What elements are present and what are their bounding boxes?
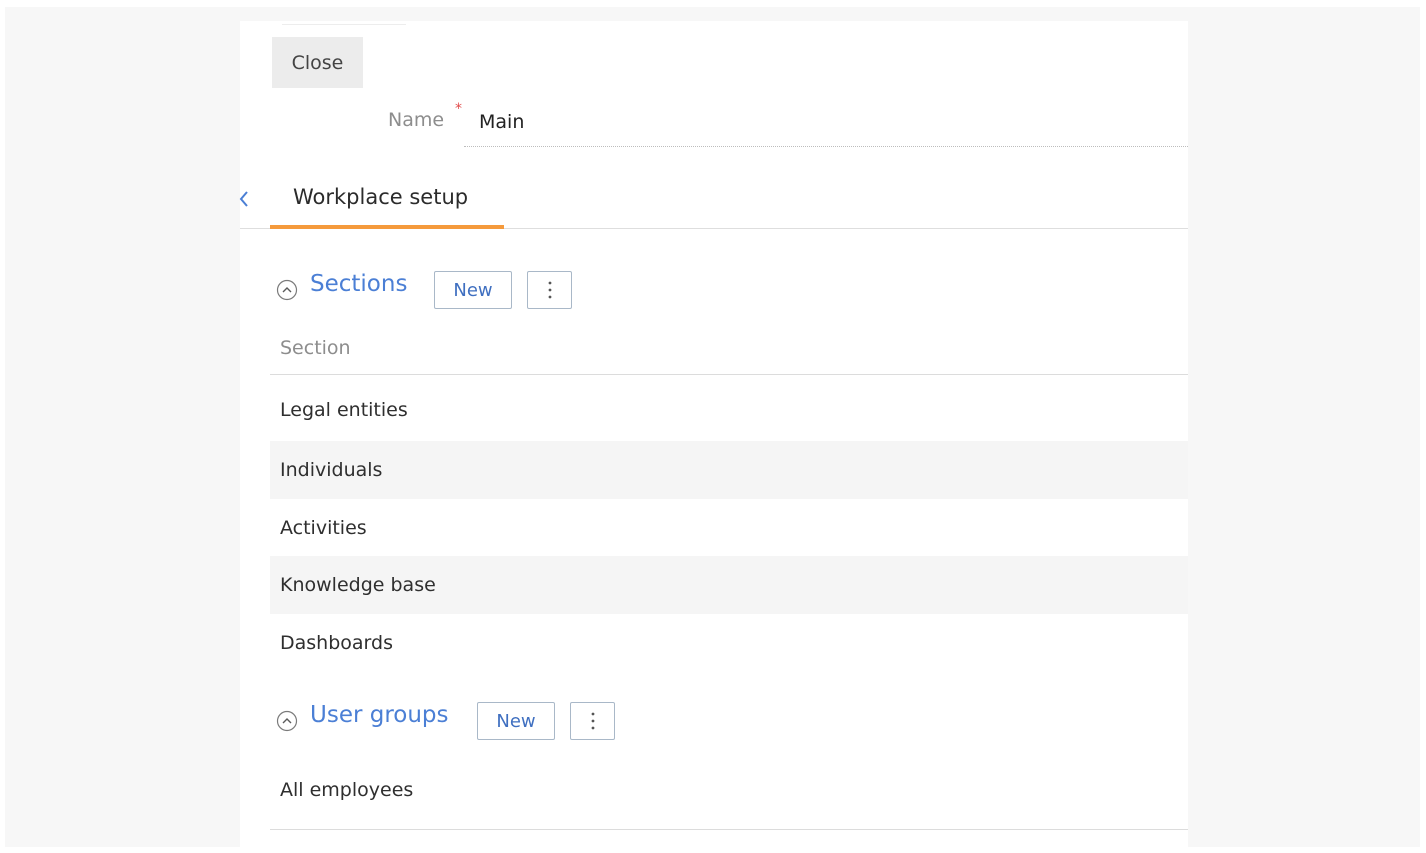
row-label: Individuals <box>280 459 383 481</box>
name-field-label: Name <box>388 109 445 131</box>
top-divider <box>282 24 406 25</box>
sections-header: Sections New <box>276 271 676 311</box>
user-groups-title[interactable]: User groups <box>310 702 449 728</box>
tab-workplace-setup[interactable]: Workplace setup <box>293 185 468 209</box>
bottom-divider <box>270 829 1188 830</box>
list-item[interactable]: All employees <box>270 761 1188 819</box>
user-groups-more-button[interactable] <box>570 702 615 740</box>
row-label: Legal entities <box>280 399 408 421</box>
table-row[interactable]: Knowledge base <box>270 556 1188 614</box>
row-label: Activities <box>280 517 367 539</box>
section-column-header[interactable]: Section <box>280 337 351 359</box>
close-button[interactable]: Close <box>272 37 363 88</box>
column-header-divider <box>270 374 1188 375</box>
vertical-dots-icon <box>591 712 594 730</box>
table-row[interactable]: Legal entities <box>270 381 1188 439</box>
user-groups-header: User groups New <box>276 702 676 742</box>
workplace-card: Close Name * Main Workplace setup Sectio… <box>239 21 1188 847</box>
table-row[interactable]: Activities <box>270 499 1188 557</box>
row-label: Knowledge base <box>280 574 436 596</box>
collapse-icon[interactable] <box>276 279 298 301</box>
table-row[interactable]: Individuals <box>270 441 1188 499</box>
row-label: All employees <box>280 779 414 801</box>
required-marker: * <box>455 101 462 117</box>
sections-new-button[interactable]: New <box>434 271 512 309</box>
user-groups-new-button[interactable]: New <box>477 702 555 740</box>
table-row[interactable]: Dashboards <box>270 614 1188 672</box>
vertical-dots-icon <box>548 281 551 299</box>
collapse-icon[interactable] <box>276 710 298 732</box>
chevron-left-icon[interactable] <box>234 185 256 213</box>
sections-more-button[interactable] <box>527 271 572 309</box>
name-input[interactable]: Main <box>464 111 1188 147</box>
active-tab-indicator <box>270 225 504 229</box>
sections-title[interactable]: Sections <box>310 271 407 297</box>
row-label: Dashboards <box>280 632 393 654</box>
